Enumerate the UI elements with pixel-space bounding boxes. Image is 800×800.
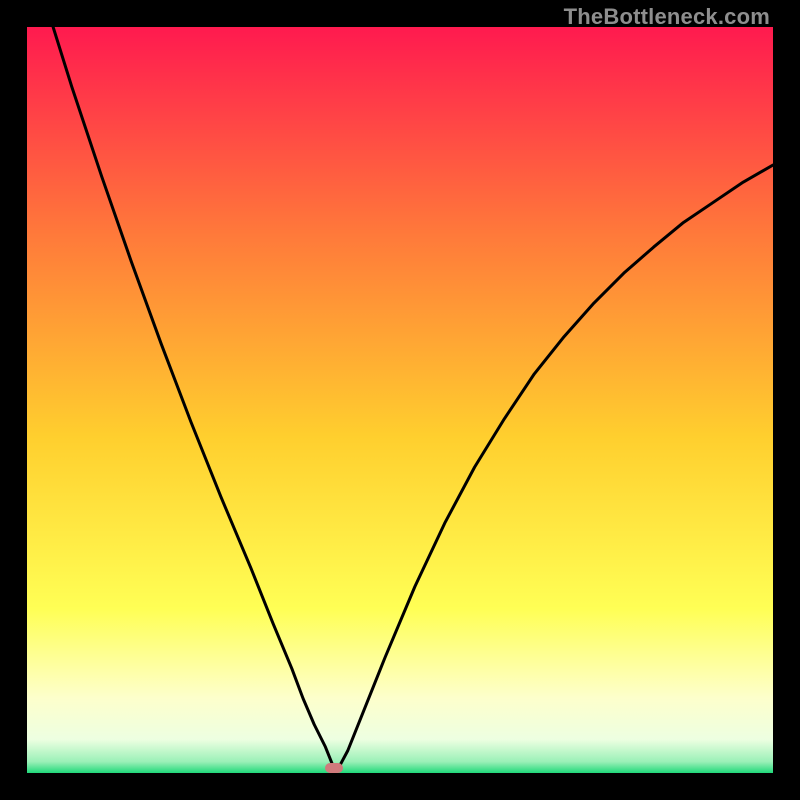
watermark-text: TheBottleneck.com bbox=[564, 4, 770, 30]
chart-frame: TheBottleneck.com bbox=[0, 0, 800, 800]
optimal-marker bbox=[325, 763, 343, 773]
plot-area bbox=[27, 27, 773, 773]
bottleneck-curve bbox=[27, 27, 773, 773]
